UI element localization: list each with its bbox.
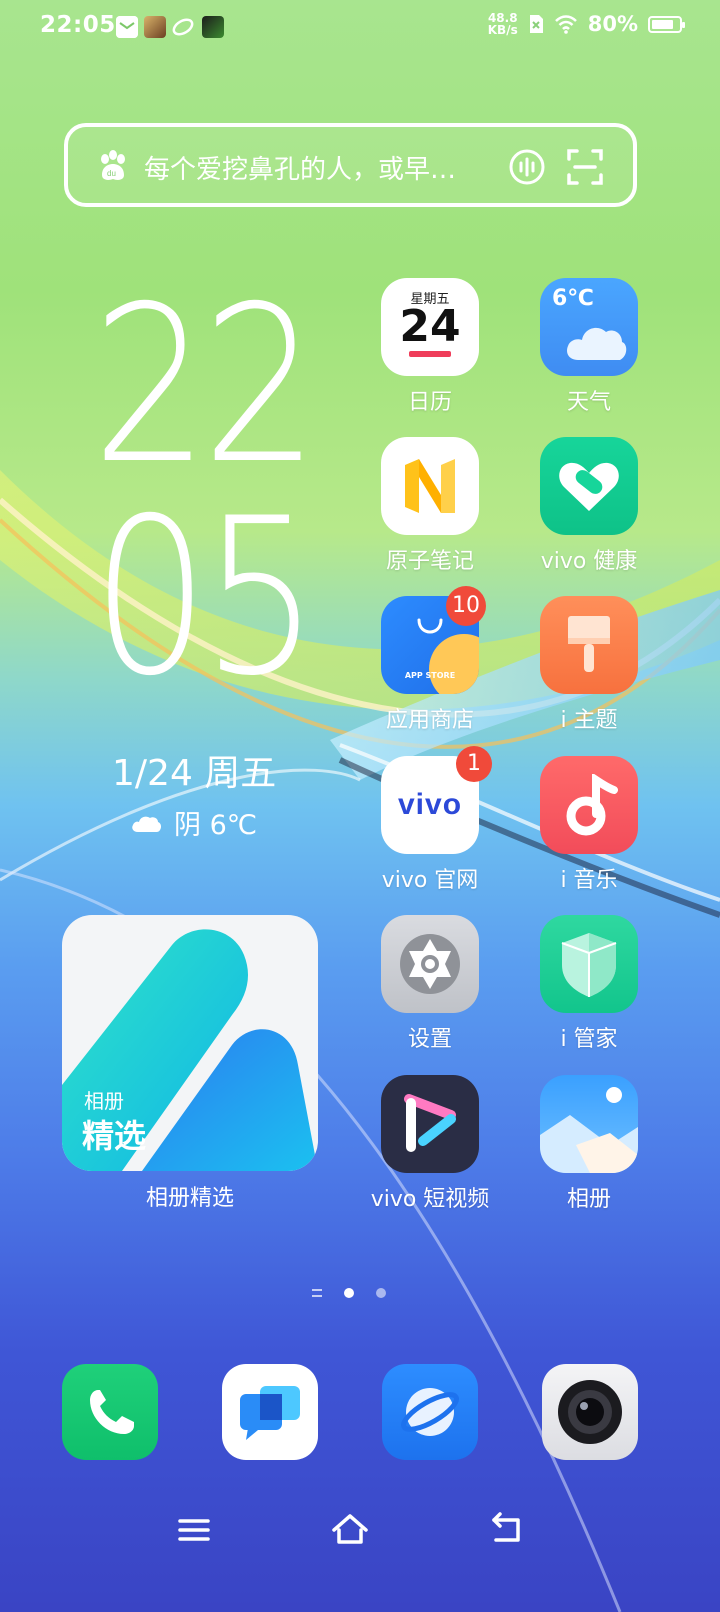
music-note-icon bbox=[540, 756, 638, 854]
page-dot[interactable] bbox=[376, 1288, 386, 1298]
back-icon[interactable] bbox=[486, 1510, 526, 1550]
app-theme[interactable]: i 主题 bbox=[509, 596, 669, 734]
app-notes[interactable]: 原子笔记 bbox=[350, 437, 510, 575]
app-music[interactable]: i 音乐 bbox=[509, 756, 669, 894]
album-widget-line2: 精选 bbox=[82, 1117, 147, 1155]
weather-icon: 6℃ bbox=[540, 278, 638, 376]
video-play-icon bbox=[381, 1075, 479, 1173]
shield-icon bbox=[540, 915, 638, 1013]
clock-weather: 阴 6℃ bbox=[130, 803, 257, 842]
shopping-bag-icon bbox=[417, 618, 443, 634]
notes-icon bbox=[381, 437, 479, 535]
settings-gear-icon bbox=[381, 915, 479, 1013]
app-label: i 管家 bbox=[560, 1027, 618, 1052]
app-label: 设置 bbox=[407, 1027, 452, 1052]
app-store-text: APP STORE bbox=[404, 671, 456, 680]
camera-icon[interactable] bbox=[542, 1364, 638, 1460]
app-label: 日历 bbox=[407, 390, 452, 415]
app-settings[interactable]: 设置 bbox=[350, 915, 510, 1053]
svg-text:du: du bbox=[107, 169, 116, 178]
health-icon bbox=[540, 437, 638, 535]
app-weather[interactable]: 6℃ 天气 bbox=[509, 278, 669, 416]
search-placeholder: 每个爱挖鼻孔的人，或早… bbox=[144, 155, 457, 185]
gallery-sun bbox=[606, 1087, 622, 1103]
cloud-icon bbox=[132, 816, 162, 832]
page-indicator-menu-icon[interactable] bbox=[312, 1289, 322, 1297]
status-bar: 22:05 48.8 KB/s 80% bbox=[0, 0, 720, 56]
app-vivo-health[interactable]: vivo 健康 bbox=[509, 437, 669, 575]
app-manager[interactable]: i 管家 bbox=[509, 915, 669, 1053]
home-icon[interactable] bbox=[330, 1510, 370, 1550]
menu-icon[interactable] bbox=[174, 1510, 214, 1550]
messages-icon[interactable] bbox=[222, 1364, 318, 1460]
clock-hour[interactable]: 22 bbox=[92, 278, 319, 494]
voice-search-icon[interactable] bbox=[507, 147, 547, 187]
app-label: i 主题 bbox=[560, 708, 618, 733]
weather-text: 阴 6℃ bbox=[174, 810, 258, 841]
app-label: vivo 短视频 bbox=[370, 1187, 490, 1212]
battery-icon bbox=[648, 15, 685, 33]
clock-date: 1/24 周五 bbox=[112, 753, 277, 794]
album-widget-label: 相册精选 bbox=[145, 1186, 234, 1211]
app-label: vivo 官网 bbox=[381, 868, 479, 893]
app-vivo-website[interactable]: vivo 1 vivo 官网 bbox=[350, 746, 510, 894]
app-notification-icon bbox=[172, 16, 194, 38]
notification-badge: 1 bbox=[456, 746, 492, 782]
album-widget-line1: 相册 bbox=[84, 1089, 124, 1113]
app-gallery[interactable]: 相册 bbox=[509, 1075, 669, 1213]
search-bar[interactable]: du 每个爱挖鼻孔的人，或早… bbox=[64, 123, 637, 207]
mail-notification-icon bbox=[116, 16, 138, 38]
app-label: vivo 健康 bbox=[540, 549, 638, 574]
status-time: 22:05 bbox=[40, 12, 116, 38]
app-label: 应用商店 bbox=[385, 708, 474, 733]
phone-icon[interactable] bbox=[62, 1364, 158, 1460]
battery-percent: 80% bbox=[587, 12, 638, 36]
game-notification-icon bbox=[144, 16, 166, 38]
wifi-icon bbox=[554, 15, 577, 34]
app-label: 相册 bbox=[566, 1187, 611, 1212]
racing-notification-icon bbox=[202, 16, 224, 38]
calendar-day: 24 bbox=[399, 301, 461, 352]
app-label: 天气 bbox=[566, 390, 611, 415]
app-calendar[interactable]: 星期五 24 日历 bbox=[350, 278, 510, 416]
calendar-icon: 星期五 24 bbox=[381, 278, 479, 376]
clock-minute[interactable]: 05 bbox=[92, 490, 319, 706]
scan-icon[interactable] bbox=[565, 147, 605, 187]
no-sim-icon bbox=[529, 15, 543, 33]
baidu-paw-icon: du bbox=[101, 150, 125, 180]
notification-badge: 10 bbox=[446, 586, 486, 626]
app-vivo-video[interactable]: vivo 短视频 bbox=[350, 1075, 510, 1213]
app-store[interactable]: APP STORE 10 应用商店 bbox=[350, 586, 510, 734]
app-label: 原子笔记 bbox=[385, 549, 474, 574]
weather-temp: 6℃ bbox=[552, 286, 594, 311]
battery-level bbox=[652, 19, 673, 29]
network-speed: 48.8 KB/s bbox=[488, 12, 518, 36]
page-indicator[interactable] bbox=[312, 1288, 386, 1298]
navigation-bar bbox=[0, 1500, 720, 1560]
gallery-icon bbox=[540, 1075, 638, 1173]
album-widget[interactable]: 相册 精选 bbox=[62, 915, 318, 1171]
weather-cloud-icon bbox=[567, 327, 627, 360]
theme-brush-icon bbox=[540, 596, 638, 694]
app-label: i 音乐 bbox=[560, 868, 618, 893]
network-speed-unit: KB/s bbox=[487, 23, 518, 37]
browser-icon[interactable] bbox=[382, 1364, 478, 1460]
page-dot-active[interactable] bbox=[344, 1288, 354, 1298]
